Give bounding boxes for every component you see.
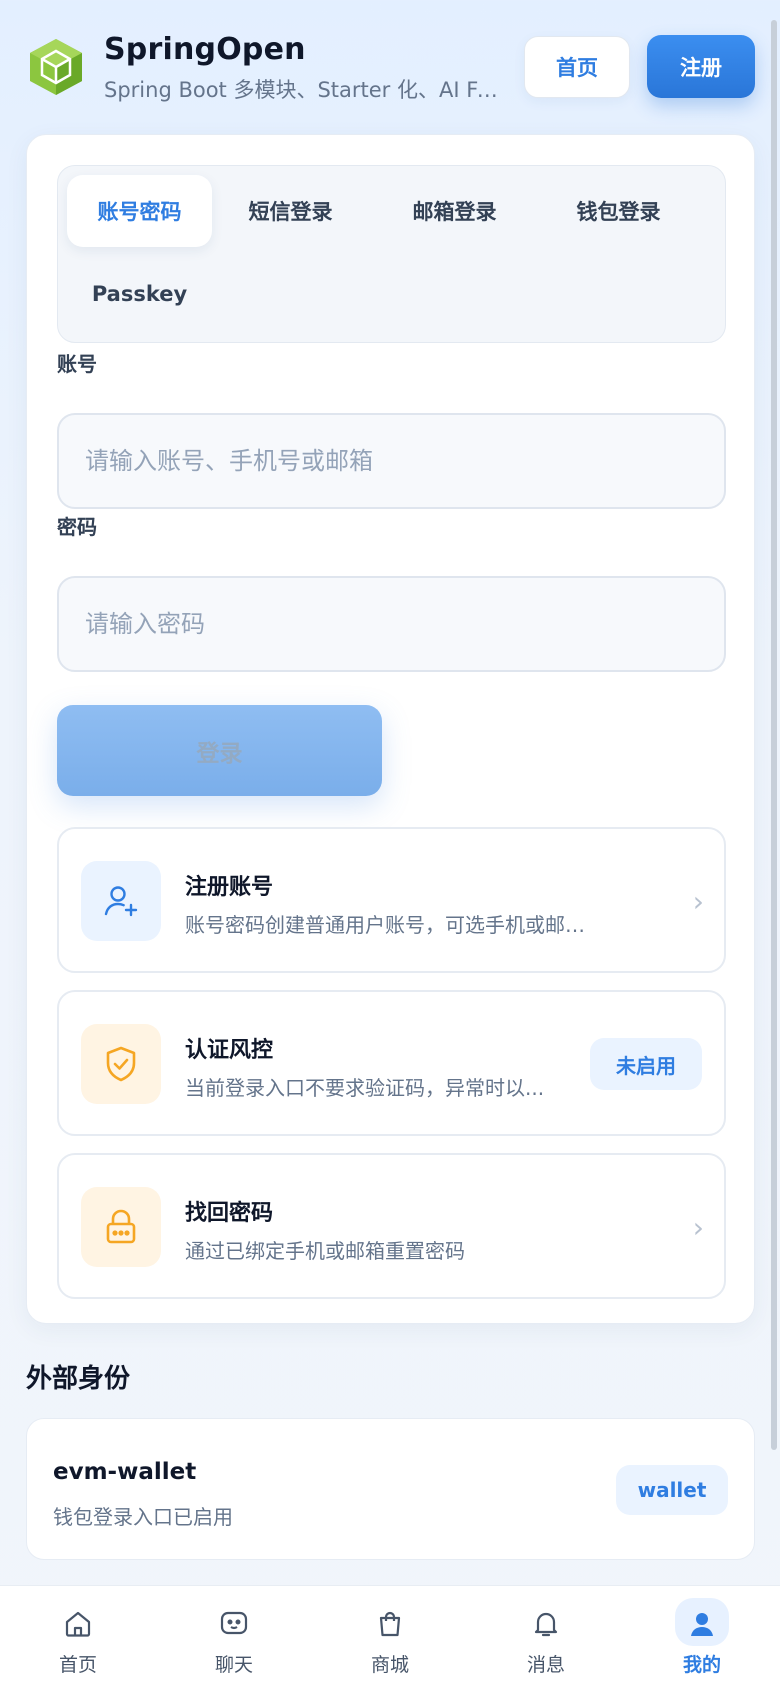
- app-subtitle: Spring Boot 多模块、Starter 化、AI Fri...: [104, 78, 504, 102]
- user-add-icon: [81, 861, 161, 941]
- tab-email[interactable]: 邮箱登录: [382, 175, 527, 247]
- item-desc: 通过已绑定手机或邮箱重置密码: [185, 1239, 465, 1263]
- shield-check-icon: [81, 1024, 161, 1104]
- nav-item-home[interactable]: 首页: [0, 1586, 156, 1688]
- app-header: SpringOpen Spring Boot 多模块、Starter 化、AI …: [0, 0, 780, 130]
- tab-wallet[interactable]: 钱包登录: [546, 175, 691, 247]
- user-icon: [684, 1606, 720, 1642]
- item-title: 找回密码: [185, 1201, 274, 1226]
- external-identity-card[interactable]: evm-wallet 钱包登录入口已启用 wallet: [26, 1418, 755, 1560]
- item-title: 注册账号: [185, 875, 274, 900]
- shopping-bag-icon: [372, 1606, 408, 1642]
- status-badge: 未启用: [590, 1038, 702, 1090]
- identity-type-badge: wallet: [616, 1465, 728, 1515]
- account-input[interactable]: [57, 413, 726, 509]
- home-button[interactable]: 首页: [524, 36, 630, 98]
- nav-label: 消息: [526, 1654, 565, 1676]
- nav-label: 我的: [682, 1654, 721, 1676]
- tab-sms[interactable]: 短信登录: [218, 175, 363, 247]
- green-cube-icon: [30, 39, 82, 95]
- home-icon: [60, 1606, 96, 1642]
- tab-passkey[interactable]: Passkey: [67, 258, 212, 330]
- item-desc: 账号密码创建普通用户账号，可选手机或邮箱验证: [185, 913, 585, 937]
- auth-risk-item[interactable]: 认证风控 当前登录入口不要求验证码，异常时以... 未启用: [57, 990, 726, 1136]
- password-label: 密码: [57, 515, 97, 539]
- scrollbar[interactable]: [771, 20, 777, 1450]
- nav-label: 首页: [58, 1654, 97, 1676]
- tab-account-password[interactable]: 账号密码: [67, 175, 212, 247]
- reset-password-item[interactable]: 找回密码 通过已绑定手机或邮箱重置密码 ›: [57, 1153, 726, 1299]
- chevron-right-icon: ›: [692, 885, 704, 918]
- register-account-item[interactable]: 注册账号 账号密码创建普通用户账号，可选手机或邮箱验证 ›: [57, 827, 726, 973]
- bell-icon: [528, 1606, 564, 1642]
- item-desc: 当前登录入口不要求验证码，异常时以...: [185, 1076, 545, 1100]
- app-title: SpringOpen: [104, 32, 306, 67]
- bottom-nav: 首页 聊天 商城 消息 我的: [0, 1585, 780, 1688]
- password-input[interactable]: [57, 576, 726, 672]
- external-identity-title: 外部身份: [26, 1364, 131, 1394]
- chevron-right-icon: ›: [692, 1211, 704, 1244]
- account-label: 账号: [57, 352, 97, 376]
- register-button[interactable]: 注册: [647, 35, 755, 98]
- chat-icon: [216, 1606, 252, 1642]
- nav-item-me[interactable]: 我的: [624, 1586, 780, 1688]
- identity-desc: 钱包登录入口已启用: [53, 1505, 233, 1529]
- identity-name: evm-wallet: [53, 1459, 197, 1485]
- nav-item-shop[interactable]: 商城: [312, 1586, 468, 1688]
- nav-label: 商城: [370, 1654, 409, 1676]
- login-method-tabs: 账号密码 短信登录 邮箱登录 钱包登录 Passkey: [57, 165, 726, 343]
- login-card: 账号密码 短信登录 邮箱登录 钱包登录 Passkey 账号 密码 登录 注册账…: [26, 134, 755, 1324]
- item-title: 认证风控: [185, 1038, 274, 1063]
- nav-label: 聊天: [214, 1654, 253, 1676]
- nav-item-chat[interactable]: 聊天: [156, 1586, 312, 1688]
- lock-icon: [81, 1187, 161, 1267]
- nav-item-messages[interactable]: 消息: [468, 1586, 624, 1688]
- login-button[interactable]: 登录: [57, 705, 382, 796]
